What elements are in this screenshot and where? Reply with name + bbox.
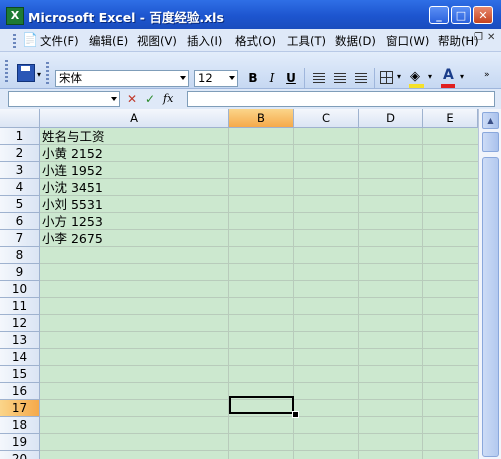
insert-function-button[interactable]: fx [163, 92, 173, 105]
cell-a3[interactable]: 小连 1952 [42, 162, 103, 179]
mdi-restore-button[interactable]: ❐ [474, 32, 483, 43]
enter-icon[interactable]: ✓ [145, 92, 155, 106]
underline-button[interactable]: U [282, 69, 300, 87]
fill-color-icon[interactable]: ◈ [410, 69, 420, 84]
menu-insert[interactable]: 插入(I) [187, 33, 222, 49]
font-name-value: 宋体 [59, 71, 82, 85]
italic-button[interactable]: I [263, 69, 281, 87]
chevron-down-icon [229, 76, 235, 80]
chevron-down-icon[interactable]: ▾ [460, 72, 464, 81]
column-header-a[interactable]: A [40, 109, 229, 128]
fill-handle[interactable] [292, 411, 299, 418]
align-right-icon[interactable] [355, 73, 367, 83]
bold-button[interactable]: B [244, 69, 262, 87]
mdi-close-button[interactable]: ✕ [487, 32, 495, 43]
row-header[interactable]: 4 [0, 179, 40, 196]
cell-a5[interactable]: 小刘 5531 [42, 196, 103, 213]
align-center-icon[interactable] [334, 73, 346, 83]
selected-cell-b17[interactable] [229, 396, 294, 414]
toolbar-separator [304, 68, 305, 88]
row-header[interactable]: 14 [0, 349, 40, 366]
font-color-swatch [441, 84, 455, 88]
split-box[interactable] [482, 132, 499, 152]
save-icon[interactable] [17, 64, 35, 82]
column-header-e[interactable]: E [423, 109, 478, 128]
close-button[interactable]: ✕ [473, 6, 493, 24]
menu-edit[interactable]: 编辑(E) [89, 33, 128, 49]
menu-view[interactable]: 视图(V) [137, 33, 177, 49]
cancel-icon[interactable]: ✕ [127, 92, 137, 106]
row-header[interactable]: 16 [0, 383, 40, 400]
row-header[interactable]: 15 [0, 366, 40, 383]
row-header[interactable]: 18 [0, 417, 40, 434]
chevron-down-icon[interactable] [111, 97, 117, 101]
chevron-down-icon[interactable]: ▾ [397, 72, 401, 81]
menu-help[interactable]: 帮助(H) [438, 33, 479, 49]
cell-a2[interactable]: 小黄 2152 [42, 145, 103, 162]
minimize-button[interactable]: _ [429, 6, 449, 24]
row-header[interactable]: 12 [0, 315, 40, 332]
vertical-scrollbar[interactable]: ▲ [478, 109, 501, 459]
row-header[interactable]: 9 [0, 264, 40, 281]
scroll-thumb[interactable] [482, 157, 499, 457]
cell-a7[interactable]: 小李 2675 [42, 230, 103, 247]
window-title: Microsoft Excel - 百度经验.xls [28, 10, 224, 25]
row-header[interactable]: 3 [0, 162, 40, 179]
borders-icon[interactable] [380, 71, 393, 84]
scroll-up-button[interactable]: ▲ [482, 112, 499, 129]
row-header[interactable]: 2 [0, 145, 40, 162]
cell-a4[interactable]: 小沈 3451 [42, 179, 103, 196]
menu-format[interactable]: 格式(O) [235, 33, 276, 49]
row-header[interactable]: 1 [0, 128, 40, 145]
fill-color-swatch [409, 84, 424, 88]
chevron-down-icon [180, 76, 186, 80]
menu-data[interactable]: 数据(D) [335, 33, 376, 49]
name-box[interactable] [8, 91, 120, 107]
toolbar-overflow-chevron-icon[interactable]: ▾ [37, 70, 41, 79]
toolbar-separator [374, 68, 375, 88]
menubar-grip[interactable] [13, 34, 16, 48]
row-header[interactable]: 20 [0, 451, 40, 459]
menu-bar: 📄 文件(F) 编辑(E) 视图(V) 插入(I) 格式(O) 工具(T) 数据… [0, 28, 501, 52]
column-header-b[interactable]: B [229, 109, 294, 128]
excel-app-icon: X [6, 7, 24, 25]
font-color-button[interactable]: A [443, 67, 454, 83]
cell-a1[interactable]: 姓名与工资 [42, 128, 105, 145]
menu-file[interactable]: 文件(F) [40, 33, 79, 49]
font-size-dropdown[interactable]: 12 [194, 70, 238, 87]
toolbar-options-chevron-icon[interactable]: » [484, 70, 490, 80]
font-size-value: 12 [198, 71, 213, 85]
row-header[interactable]: 11 [0, 298, 40, 315]
row-header-active[interactable]: 17 [0, 400, 40, 417]
font-toolbar-grip[interactable] [46, 62, 49, 84]
row-header[interactable]: 5 [0, 196, 40, 213]
row-header[interactable]: 7 [0, 230, 40, 247]
formula-input[interactable] [187, 91, 495, 107]
font-name-dropdown[interactable]: 宋体 [55, 70, 189, 87]
menu-window[interactable]: 窗口(W) [386, 33, 429, 49]
toolbar-grip[interactable] [5, 60, 8, 84]
align-left-icon[interactable] [313, 73, 325, 83]
menu-app-icon[interactable]: 📄 [22, 33, 38, 48]
column-header-c[interactable]: C [294, 109, 359, 128]
menu-tools[interactable]: 工具(T) [287, 33, 326, 49]
maximize-button[interactable]: □ [451, 6, 471, 24]
row-header[interactable]: 19 [0, 434, 40, 451]
mdi-minimize-button[interactable]: _ [464, 28, 469, 39]
row-header[interactable]: 13 [0, 332, 40, 349]
row-header[interactable]: 6 [0, 213, 40, 230]
cell-a6[interactable]: 小方 1253 [42, 213, 103, 230]
row-header[interactable]: 8 [0, 247, 40, 264]
chevron-down-icon[interactable]: ▾ [428, 72, 432, 81]
title-bar: X Microsoft Excel - 百度经验.xls _ □ ✕ [0, 0, 501, 29]
column-header-d[interactable]: D [359, 109, 423, 128]
select-all-corner[interactable] [0, 109, 40, 128]
row-header[interactable]: 10 [0, 281, 40, 298]
